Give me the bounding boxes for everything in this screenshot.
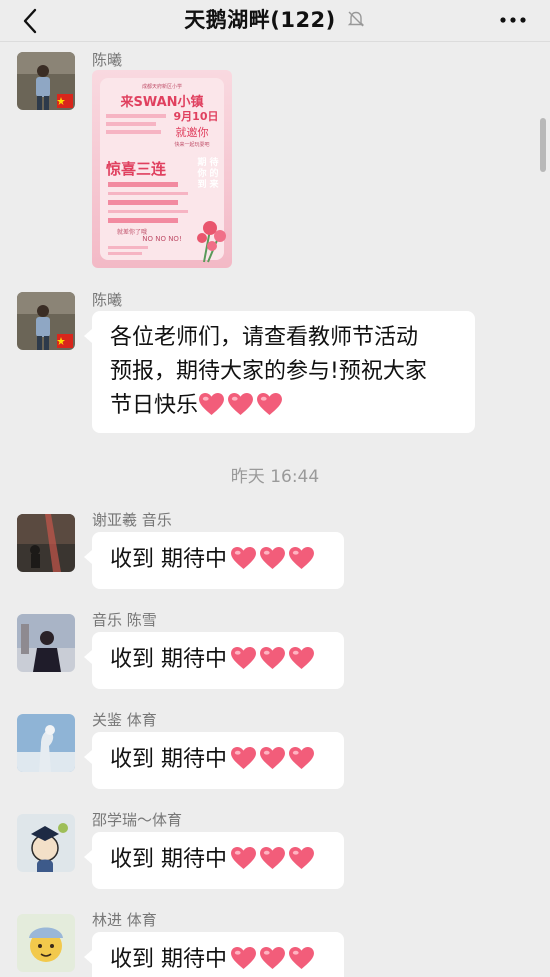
- heart-icon: [199, 392, 224, 416]
- poster-headline: 来SWAN小镇: [119, 94, 203, 110]
- title-wrap: 天鹅湖畔(122): [0, 4, 550, 34]
- heart-icon: [228, 392, 253, 416]
- message-line-text: 节日快乐: [110, 393, 199, 418]
- avatar[interactable]: [17, 52, 75, 110]
- sender-name: 音乐 陈雪: [92, 611, 157, 629]
- message-bubble[interactable]: 收到 期待中: [84, 932, 344, 977]
- sender-name: 陈曦: [92, 51, 123, 69]
- heart-icon: [260, 846, 285, 870]
- heart-icon: [289, 946, 314, 970]
- sender-name: 关鉴 体育: [92, 711, 157, 729]
- message-bubble[interactable]: 各位老师们，请查看教师节活动 预报，期待大家的参与!预祝大家 节日快乐: [84, 311, 475, 433]
- heart-icon: [260, 746, 285, 770]
- sender-name: 谢亚羲 音乐: [92, 511, 172, 529]
- svg-text:待: 待: [209, 156, 218, 168]
- poster-invite: 就邀你: [176, 125, 209, 139]
- heart-icon: [231, 546, 256, 570]
- message-bubble[interactable]: 收到 期待中: [84, 532, 344, 589]
- event-poster-image[interactable]: 成都天府新区小学 来SWAN小镇 9月10日 就邀你 快来一起玩耍吧 惊喜三连 …: [92, 70, 232, 268]
- sender-name: 邵学瑞～体育: [92, 811, 183, 829]
- message-text: 收到 期待中: [110, 747, 227, 772]
- avatar[interactable]: [17, 292, 75, 350]
- timestamp-divider: 昨天 16:44: [230, 467, 320, 487]
- heart-icon: [260, 546, 285, 570]
- heart-icon: [257, 392, 282, 416]
- message-line: 预报，期待大家的参与!预祝大家: [110, 359, 427, 384]
- heart-icon: [289, 846, 314, 870]
- heart-icon: [289, 646, 314, 670]
- poster-footer-b: NO NO NO!: [142, 235, 182, 243]
- message-bubble[interactable]: 收到 期待中: [84, 632, 344, 689]
- sender-name: 陈曦: [92, 291, 123, 309]
- poster-date: 9月10日: [174, 110, 219, 123]
- avatar[interactable]: [17, 514, 75, 572]
- message-text: 收到 期待中: [110, 647, 227, 672]
- message-text: 收到 期待中: [110, 847, 227, 872]
- message-line: 各位老师们，请查看教师节活动: [110, 325, 419, 350]
- poster-school: 成都天府新区小学: [142, 83, 182, 90]
- heart-icon: [260, 646, 285, 670]
- avatar[interactable]: [17, 914, 75, 972]
- chat-title[interactable]: 天鹅湖畔(122): [184, 4, 336, 34]
- svg-text:到: 到: [197, 178, 206, 190]
- svg-text:期: 期: [197, 156, 206, 168]
- svg-text:的: 的: [209, 167, 218, 179]
- message-bubble[interactable]: 收到 期待中: [84, 732, 344, 789]
- svg-text:来: 来: [208, 178, 219, 190]
- heart-icon: [231, 646, 256, 670]
- avatar[interactable]: [17, 814, 75, 872]
- avatar[interactable]: [17, 614, 75, 672]
- heart-icon: [260, 946, 285, 970]
- svg-text:你: 你: [196, 167, 206, 179]
- avatar[interactable]: [17, 714, 75, 772]
- ellipsis-icon[interactable]: [498, 10, 528, 30]
- poster-tagline: 快来一起玩耍吧: [174, 141, 209, 148]
- message-text: 收到 期待中: [110, 547, 227, 572]
- bell-off-icon: [347, 11, 364, 27]
- message-line-last: 节日快乐: [110, 389, 457, 423]
- heart-icon: [289, 546, 314, 570]
- heart-icon: [231, 946, 256, 970]
- heart-icon: [231, 746, 256, 770]
- poster-feature: 惊喜三连: [106, 160, 167, 178]
- sender-name: 林进 体育: [92, 911, 157, 929]
- chat-header: 天鹅湖畔(122): [0, 0, 550, 42]
- message-text: 收到 期待中: [110, 947, 227, 972]
- heart-icon: [231, 846, 256, 870]
- scrollbar[interactable]: [540, 118, 546, 172]
- heart-icon: [289, 746, 314, 770]
- message-bubble[interactable]: 收到 期待中: [84, 832, 344, 889]
